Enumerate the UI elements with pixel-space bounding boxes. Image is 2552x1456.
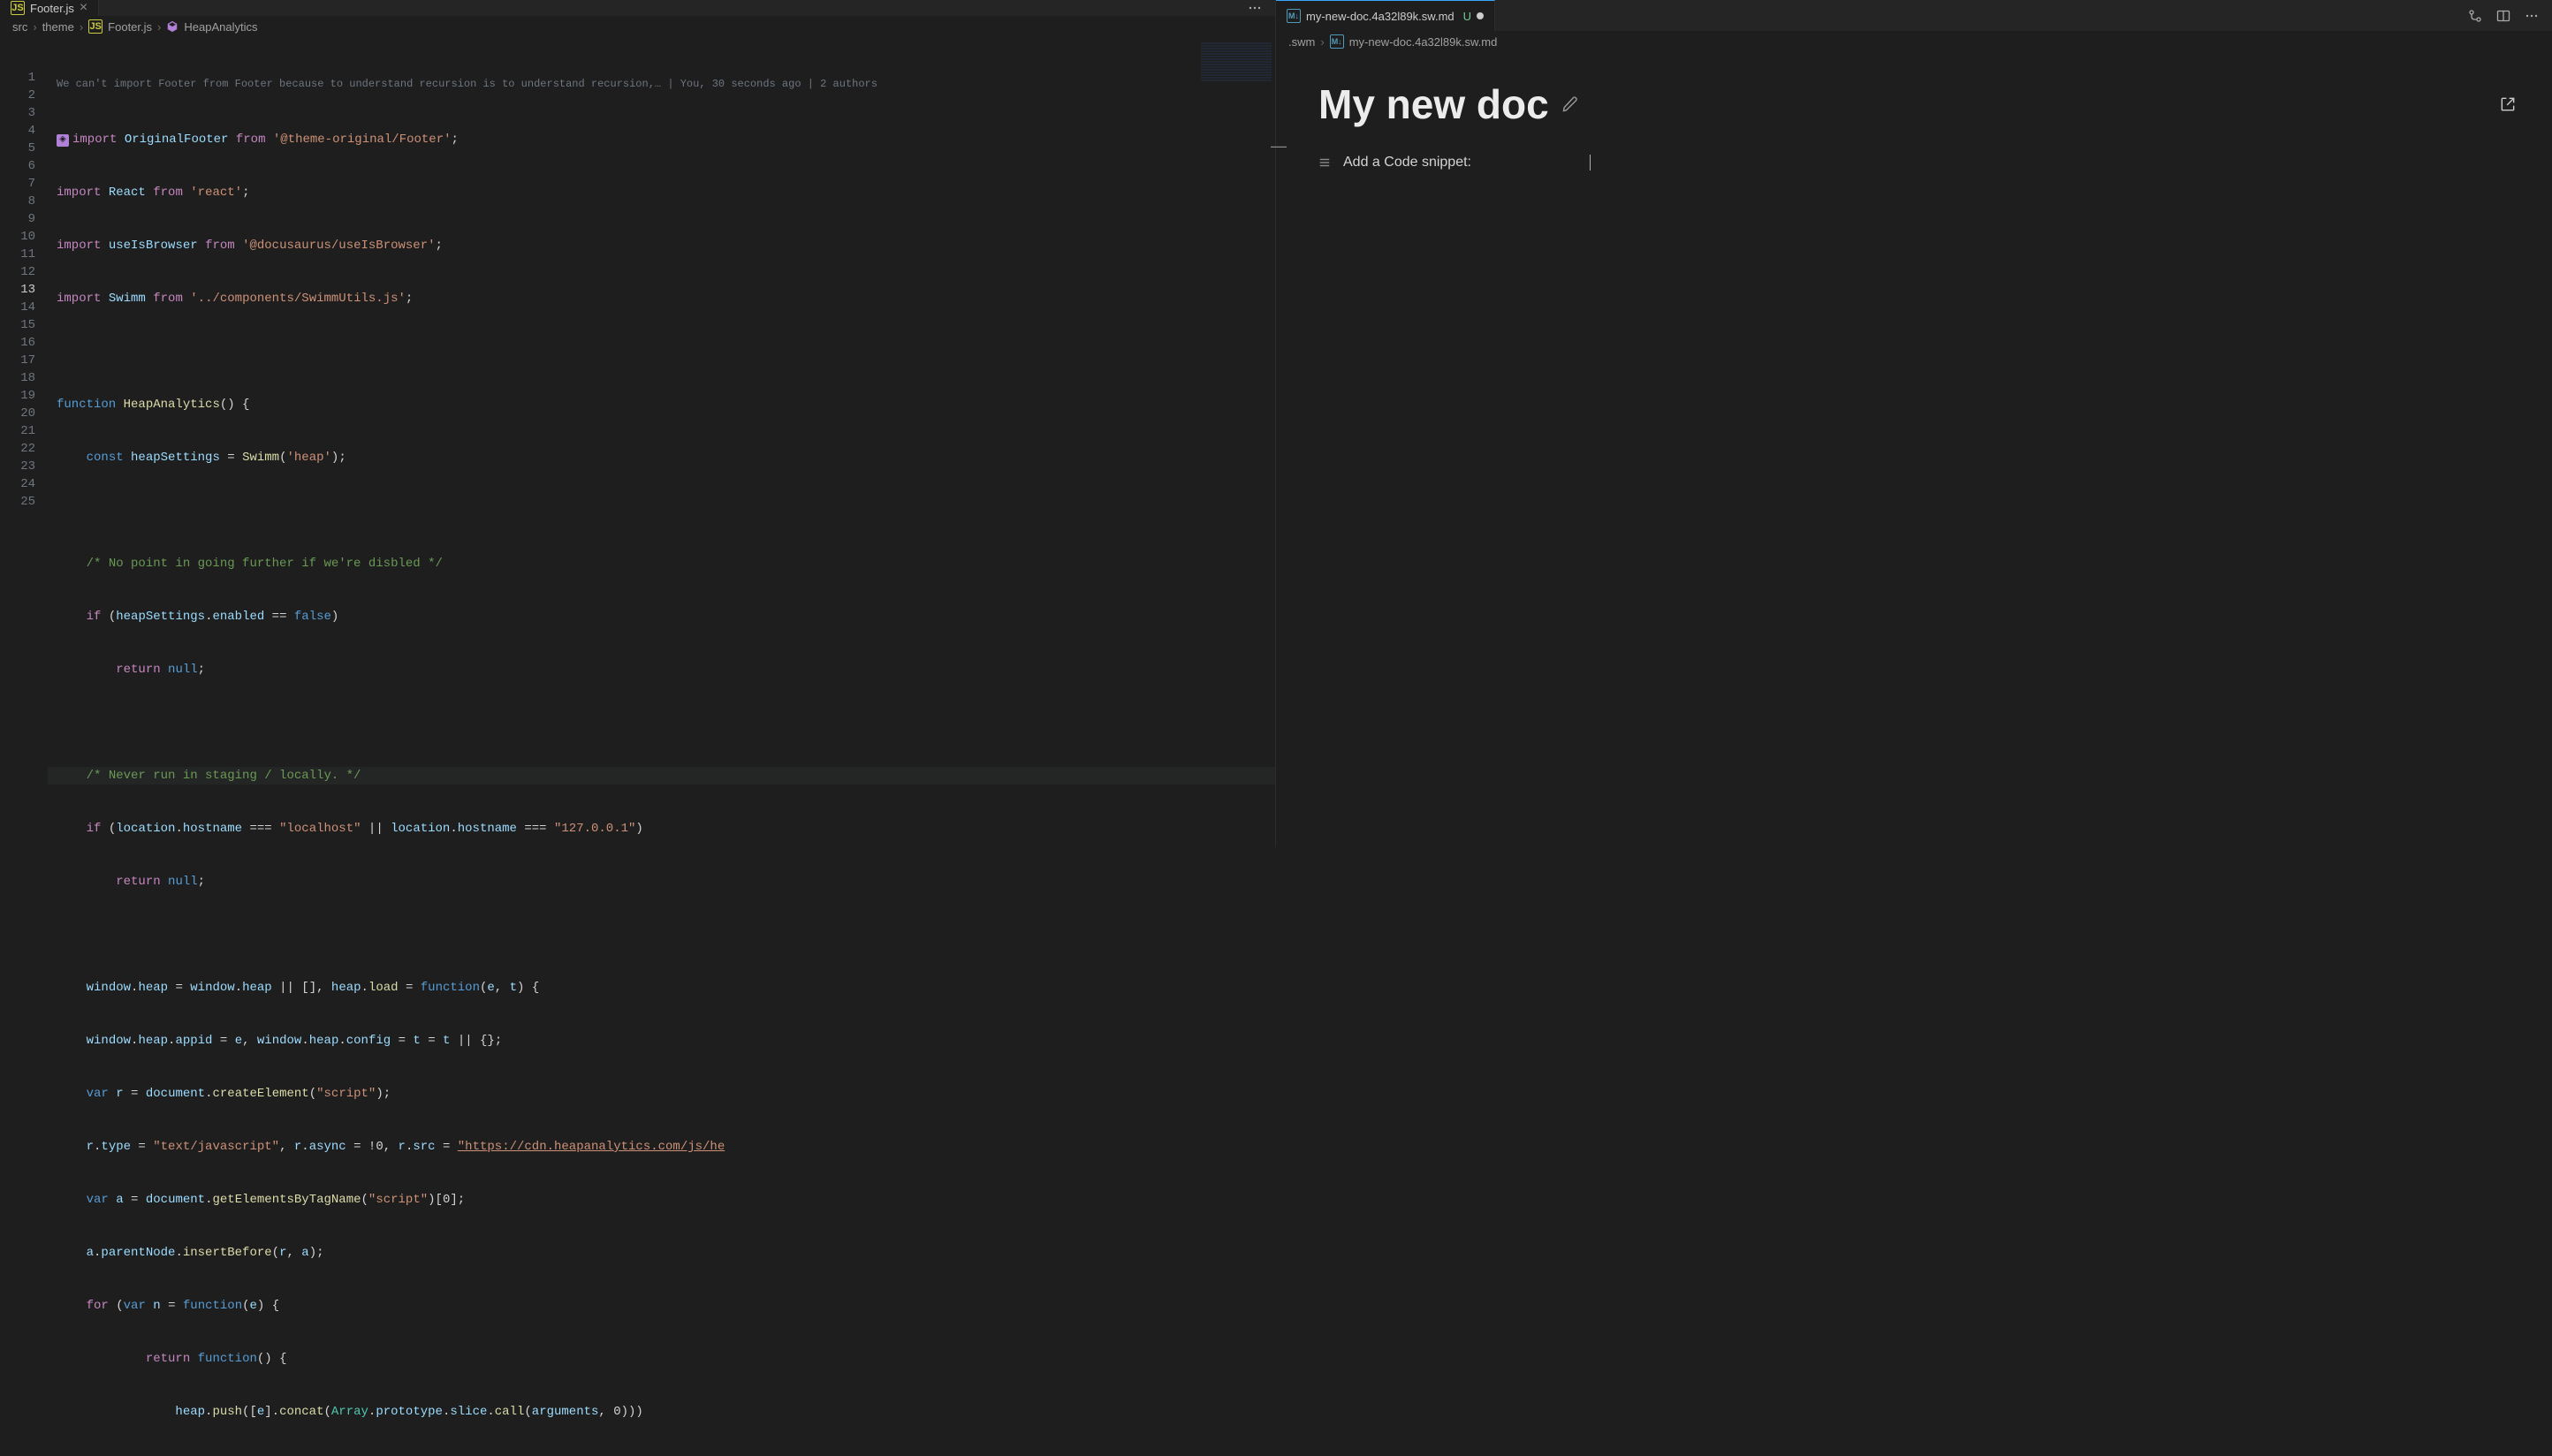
breadcrumb-file[interactable]: my-new-doc.4a32l89k.sw.md: [1349, 35, 1498, 49]
doc-header: My new doc: [1276, 54, 2552, 155]
breadcrumbs-left[interactable]: src › theme › JS Footer.js › HeapAnalyti…: [0, 16, 1275, 39]
breadcrumb-part[interactable]: .swm: [1288, 35, 1315, 49]
js-file-icon: JS: [11, 1, 25, 15]
close-icon[interactable]: ×: [80, 0, 87, 16]
drag-handle-icon[interactable]: [1318, 156, 1331, 169]
split-editor-icon[interactable]: [2495, 8, 2511, 24]
code-editor[interactable]: 12345 678910 1112131415 1617181920 21222…: [0, 39, 1275, 1456]
codelens[interactable]: We can't import Footer from Footer becau…: [48, 74, 1275, 95]
md-file-icon: M↓: [1287, 9, 1301, 23]
chevron-right-icon: ›: [157, 20, 161, 34]
doc-block[interactable]: Add a Code snippet:: [1318, 155, 2510, 171]
breadcrumb-symbol[interactable]: HeapAnalytics: [184, 20, 257, 34]
tab-bar-left: JS Footer.js ×: [0, 0, 1275, 16]
tab-label: Footer.js: [30, 2, 74, 15]
breadcrumb-part[interactable]: theme: [42, 20, 74, 34]
function-icon: [166, 20, 178, 33]
chevron-right-icon: ›: [33, 20, 36, 34]
breadcrumb-file[interactable]: Footer.js: [108, 20, 152, 34]
tab-actions-right: [2467, 8, 2552, 24]
more-icon[interactable]: [2524, 8, 2540, 24]
swimm-glyph-icon: ◈: [57, 134, 69, 147]
block-text[interactable]: Add a Code snippet:: [1343, 155, 1471, 171]
untracked-badge: U: [1463, 10, 1471, 23]
minimap[interactable]: [1201, 42, 1272, 81]
pencil-icon[interactable]: [1561, 95, 1579, 113]
line-gutter: 12345 678910 1112131415 1617181920 21222…: [0, 39, 48, 1456]
split-handle[interactable]: —: [1271, 137, 1281, 158]
doc-body[interactable]: Add a Code snippet:: [1276, 155, 2552, 171]
tab-actions-left: [1247, 0, 1275, 16]
doc-title[interactable]: My new doc: [1318, 80, 1549, 128]
open-external-icon[interactable]: [2499, 95, 2517, 113]
chevron-right-icon: ›: [80, 20, 83, 34]
breadcrumbs-right[interactable]: .swm › M↓ my-new-doc.4a32l89k.sw.md: [1276, 31, 2552, 54]
js-file-icon: JS: [88, 19, 103, 34]
code-content[interactable]: We can't import Footer from Footer becau…: [48, 39, 1275, 1456]
dirty-indicator-icon: [1477, 12, 1484, 19]
text-cursor: [1590, 155, 1591, 171]
md-file-icon: M↓: [1330, 34, 1344, 49]
breadcrumb-part[interactable]: src: [12, 20, 27, 34]
tab-footer-js[interactable]: JS Footer.js ×: [0, 0, 99, 16]
chevron-right-icon: ›: [1320, 35, 1324, 49]
tab-my-new-doc[interactable]: M↓ my-new-doc.4a32l89k.sw.md U: [1276, 0, 1495, 31]
tab-label: my-new-doc.4a32l89k.sw.md: [1306, 10, 1454, 23]
compare-changes-icon[interactable]: [2467, 8, 2483, 24]
more-icon[interactable]: [1247, 0, 1263, 16]
tab-bar-right: M↓ my-new-doc.4a32l89k.sw.md U: [1276, 0, 2552, 31]
